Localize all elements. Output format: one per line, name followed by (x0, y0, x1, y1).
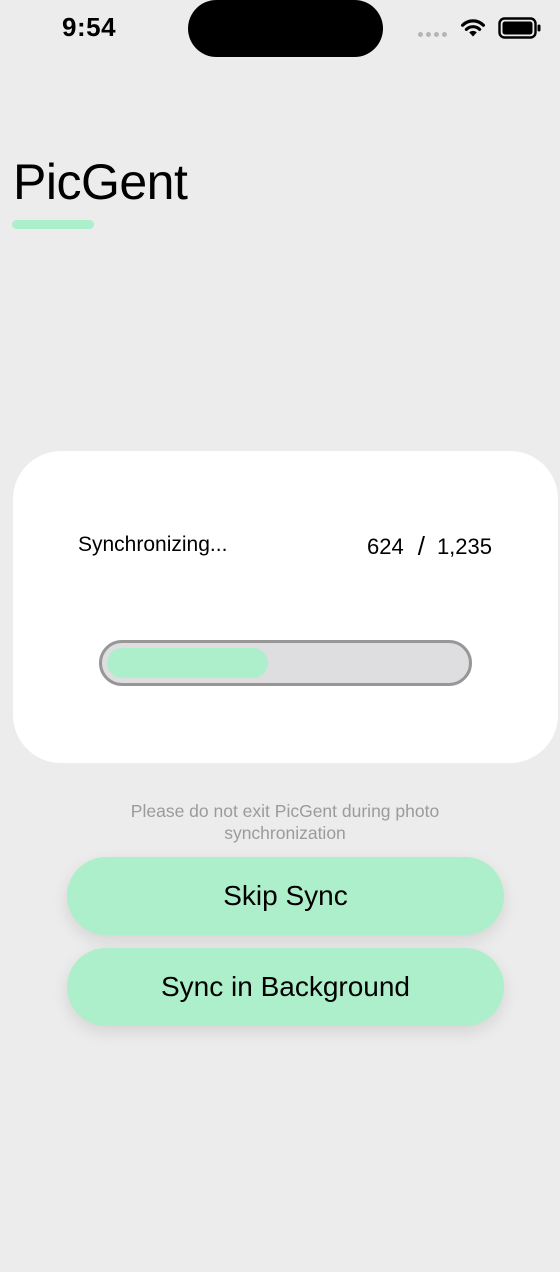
title-underline (12, 220, 94, 229)
skip-sync-button[interactable]: Skip Sync (67, 857, 504, 935)
sync-progress-fill (107, 648, 268, 678)
status-time: 9:54 (62, 12, 117, 42)
sync-in-background-button[interactable]: Sync in Background (67, 948, 504, 1026)
sync-status-label: Synchronizing... (78, 533, 228, 556)
sync-total-count: 1,235 (436, 533, 492, 559)
wifi-icon (461, 19, 485, 37)
sync-notice: Please do not exit PicGent during photo … (130, 801, 440, 843)
count-separator: / (417, 531, 425, 561)
dynamic-island (188, 0, 383, 57)
sync-current-count: 624 (366, 533, 404, 559)
sync-progress-card: Synchronizing... 624 / 1,235 (13, 451, 558, 763)
battery-icon (498, 17, 541, 39)
sync-count: 624 / 1,235 (367, 531, 492, 562)
sync-progress-bar (99, 640, 472, 686)
sync-screen: 9:54 PicGent Synchronizing... 624 / 1,23… (0, 0, 560, 1272)
app-title: PicGent (13, 154, 188, 210)
cellular-signal-icon (418, 32, 447, 37)
status-bar: 9:54 (0, 0, 560, 57)
